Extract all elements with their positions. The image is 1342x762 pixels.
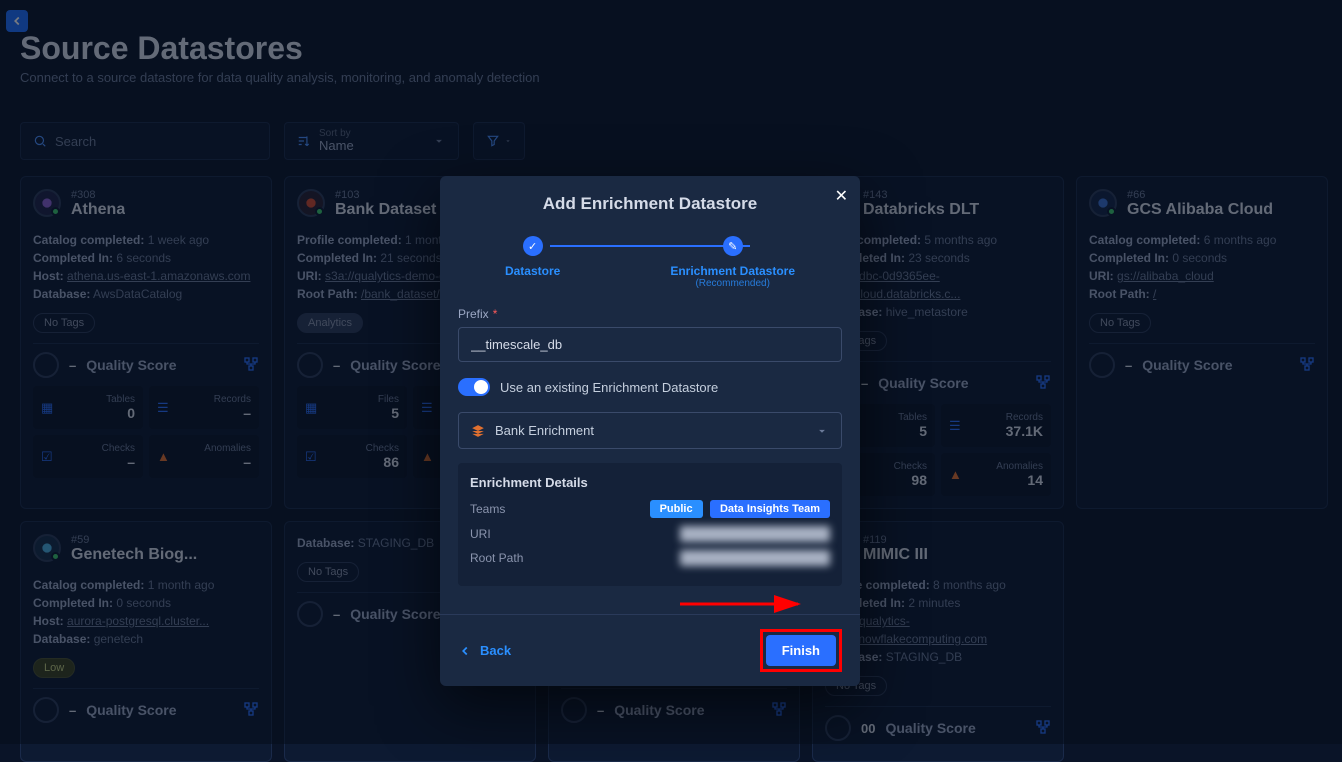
step-datastore[interactable]: ✓ Datastore <box>505 236 560 289</box>
add-enrichment-modal: ✕ Add Enrichment Datastore ✓ Datastore ✎… <box>440 176 860 686</box>
check-icon: ✓ <box>523 236 543 256</box>
prefix-input[interactable] <box>458 327 842 362</box>
enrichment-select[interactable]: Bank Enrichment <box>458 412 842 449</box>
pill-public: Public <box>650 500 703 518</box>
prefix-label: Prefix* <box>458 307 842 321</box>
step-enrichment[interactable]: ✎ Enrichment Datastore (Recommended) <box>670 236 795 289</box>
root-path-label: Root Path <box>470 551 523 565</box>
chevron-down-icon <box>815 424 829 438</box>
stepper: ✓ Datastore ✎ Enrichment Datastore (Reco… <box>440 222 860 307</box>
pill-team: Data Insights Team <box>710 500 830 518</box>
blurred-value <box>680 550 830 566</box>
finish-button[interactable]: Finish <box>766 635 836 666</box>
annotation-highlight: Finish <box>760 629 842 672</box>
enrichment-details: Enrichment Details Teams Public Data Ins… <box>458 463 842 586</box>
databricks-icon <box>471 424 485 438</box>
use-existing-toggle[interactable] <box>458 378 490 396</box>
uri-label: URI <box>470 527 491 541</box>
modal-title: Add Enrichment Datastore <box>440 176 860 222</box>
back-button[interactable]: Back <box>458 643 511 658</box>
pencil-icon: ✎ <box>723 236 743 256</box>
teams-label: Teams <box>470 502 505 516</box>
blurred-value <box>680 526 830 542</box>
toggle-label: Use an existing Enrichment Datastore <box>500 380 718 395</box>
chevron-left-icon <box>458 644 472 658</box>
close-button[interactable]: ✕ <box>835 186 848 206</box>
